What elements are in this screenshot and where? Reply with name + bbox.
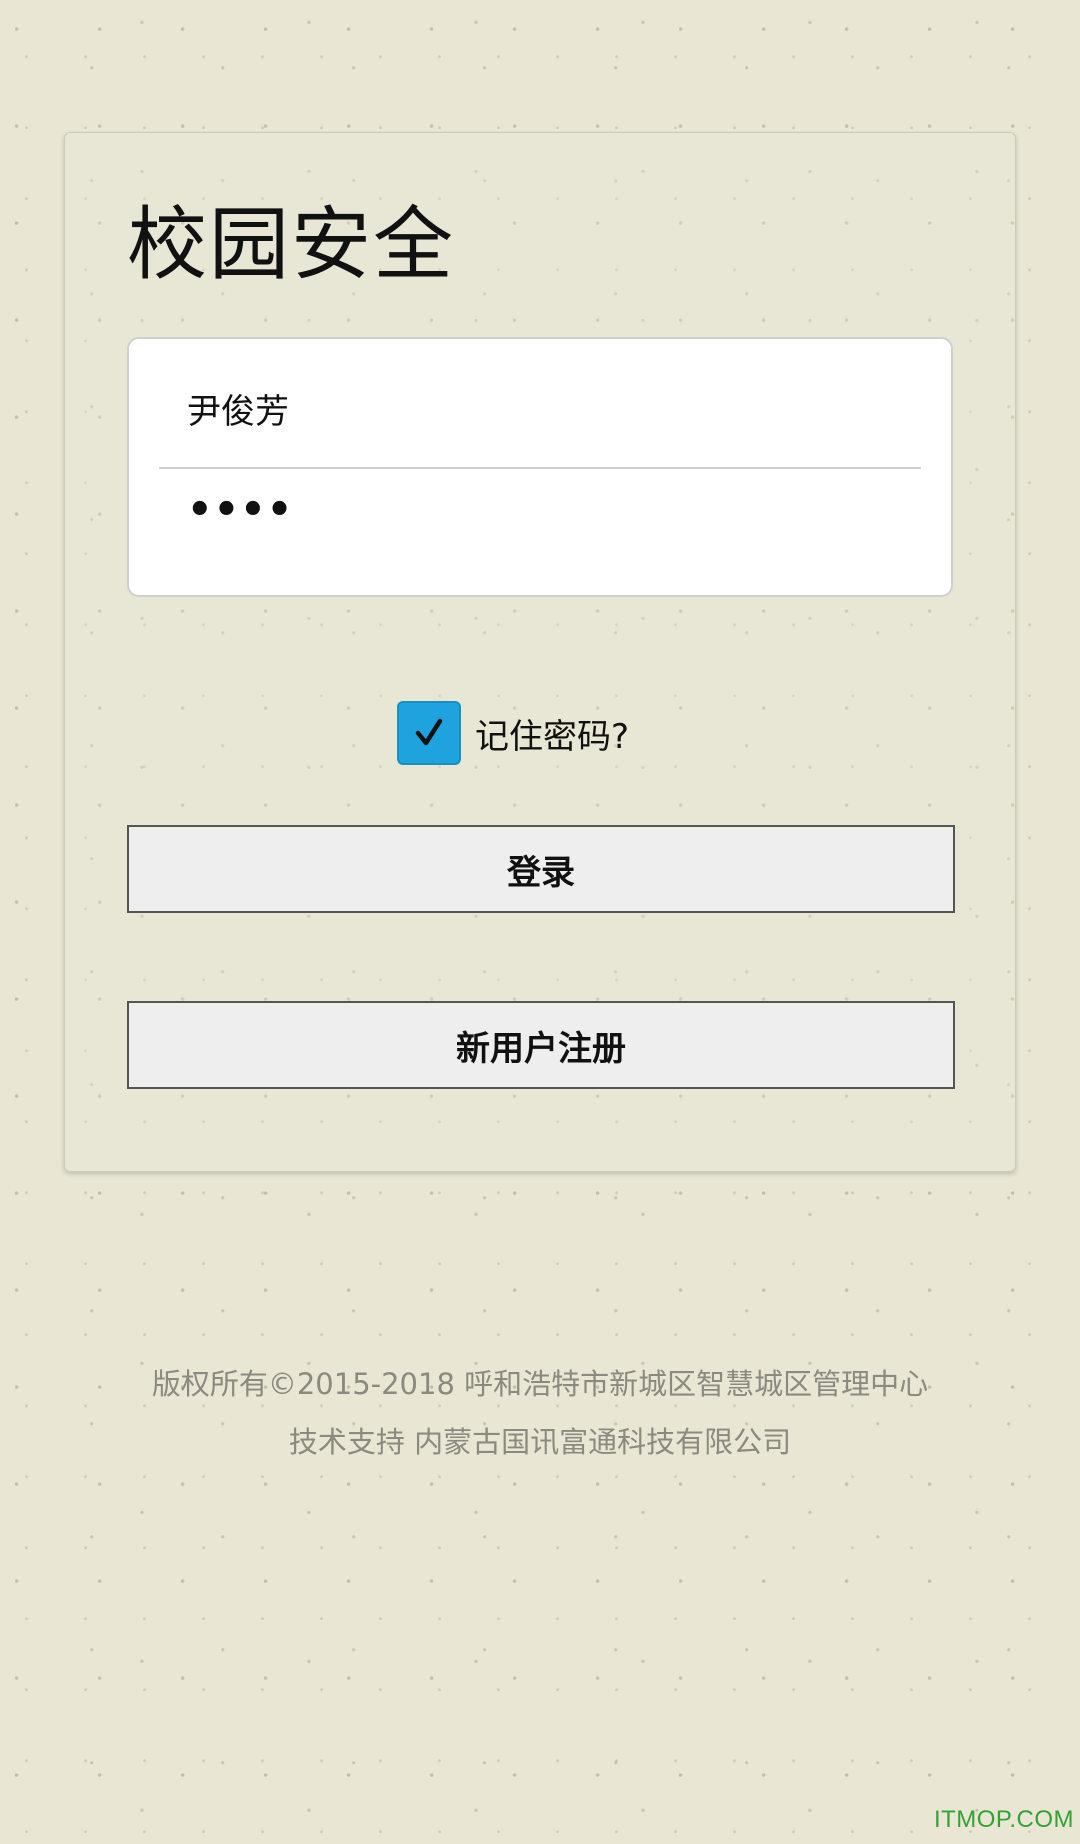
remember-password[interactable]: 记住密码? [397, 699, 629, 767]
watermark: ITMOP.COM [933, 1806, 1074, 1833]
credentials-box: 尹俊芳 •••• [127, 337, 953, 597]
password-field[interactable]: •••• [159, 469, 921, 579]
app-title: 校园安全 [127, 198, 455, 291]
password-value: •••• [187, 487, 294, 533]
check-icon [415, 718, 443, 746]
login-button[interactable]: 登录 [127, 825, 955, 913]
username-field[interactable]: 尹俊芳 [159, 357, 921, 469]
remember-label: 记住密码? [475, 716, 630, 757]
login-card: 校园安全 尹俊芳 •••• 记住密码? 登录 新用户注册 [64, 132, 1016, 1172]
register-button[interactable]: 新用户注册 [127, 1001, 955, 1089]
username-value: 尹俊芳 [187, 392, 289, 432]
support-text: 技术支持 内蒙古国讯富通科技有限公司 [288, 1425, 792, 1459]
remember-checkbox[interactable] [397, 701, 461, 765]
copyright-text: 版权所有©2015-2018 呼和浩特市新城区智慧城区管理中心 [151, 1367, 929, 1401]
